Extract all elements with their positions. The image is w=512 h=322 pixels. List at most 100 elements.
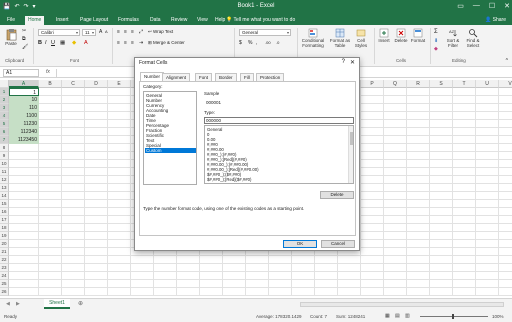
tell-me-box[interactable]: 💡 Tell me what you want to do — [226, 16, 295, 25]
row-header[interactable]: 26 — [0, 288, 9, 296]
format-cells-button[interactable]: Format — [410, 28, 426, 43]
category-list[interactable]: General Number Currency Accounting Date Time P… — [143, 91, 197, 185]
font-color-icon[interactable]: A — [84, 40, 88, 46]
align-right-icon[interactable]: ≡ — [131, 40, 134, 46]
horizontal-scrollbar[interactable] — [300, 302, 504, 307]
row-header[interactable]: 23 — [0, 264, 9, 272]
tab-alignment[interactable]: Alignment — [162, 73, 191, 81]
prev-sheet-icon[interactable]: ◀ — [6, 301, 10, 307]
share-button[interactable]: 👤 Share — [485, 16, 506, 25]
tab-file[interactable]: File — [4, 16, 18, 25]
align-top-icon[interactable]: ≡ — [117, 29, 120, 35]
row-header[interactable]: 12 — [0, 176, 9, 184]
row-header[interactable]: 3 — [0, 104, 9, 112]
dialog-close-icon[interactable]: ✕ — [350, 59, 355, 66]
cell[interactable]: 110 — [9, 104, 39, 112]
font-size-select[interactable]: 11 — [82, 29, 96, 36]
delete-cells-button[interactable]: Delete — [393, 28, 409, 43]
add-sheet-icon[interactable]: ⊕ — [78, 300, 83, 307]
ok-button[interactable]: OK — [283, 240, 317, 248]
paste-button[interactable]: Paste — [3, 28, 19, 46]
zoom-slider-thumb[interactable] — [452, 314, 454, 319]
help-icon[interactable]: ? — [342, 59, 345, 65]
row-header[interactable]: 15 — [0, 200, 9, 208]
fill-color-icon[interactable]: ◆ — [72, 40, 76, 46]
row-header[interactable]: 22 — [0, 256, 9, 264]
column-header[interactable]: R — [407, 80, 430, 88]
row-header[interactable]: 19 — [0, 232, 9, 240]
align-left-icon[interactable]: ≡ — [117, 40, 120, 46]
column-header[interactable]: P — [361, 80, 384, 88]
row-header[interactable]: 20 — [0, 240, 9, 248]
sheet-tab-sheet1[interactable]: Sheet1 — [44, 299, 70, 309]
format-list-scrollbar[interactable] — [348, 126, 353, 183]
bold-icon[interactable]: B — [38, 40, 42, 46]
column-header[interactable]: V — [499, 80, 512, 88]
font-name-select[interactable]: Calibri — [38, 29, 80, 36]
conditional-formatting-button[interactable]: Conditional Formatting — [298, 28, 328, 48]
row-header[interactable]: 4 — [0, 112, 9, 120]
column-header[interactable]: A — [9, 80, 39, 88]
find-select-button[interactable]: Find & Select — [464, 28, 482, 48]
increase-font-icon[interactable]: A — [99, 29, 102, 35]
row-header[interactable]: 24 — [0, 272, 9, 280]
tab-number[interactable]: Number — [140, 72, 165, 81]
row-header[interactable]: 18 — [0, 224, 9, 232]
row-header[interactable]: 8 — [0, 144, 9, 152]
tab-page-layout[interactable]: Page Layout — [77, 16, 111, 25]
row-header[interactable]: 21 — [0, 248, 9, 256]
insert-function-icon[interactable]: fx — [46, 69, 50, 75]
column-header[interactable]: B — [39, 80, 62, 88]
maximize-icon[interactable]: ☐ — [489, 2, 495, 10]
align-bottom-icon[interactable]: ≡ — [131, 29, 134, 35]
minimize-icon[interactable]: — — [473, 2, 480, 10]
row-header[interactable]: 6 — [0, 128, 9, 136]
accounting-icon[interactable]: $ — [239, 40, 242, 46]
cell[interactable]: 1100 — [9, 112, 39, 120]
tab-protection[interactable]: Protection — [256, 73, 285, 81]
tab-fill[interactable]: Fill — [240, 73, 254, 81]
tab-border[interactable]: Border — [215, 73, 237, 81]
format-code-item[interactable]: $#,##0_);[Red]($#,##0) — [207, 177, 345, 182]
decrease-font-icon[interactable]: A — [105, 29, 108, 34]
row-header[interactable]: 13 — [0, 184, 9, 192]
increase-decimal-icon[interactable]: .00 — [265, 40, 271, 45]
active-cell[interactable]: 1 — [9, 88, 39, 96]
select-all-corner[interactable] — [0, 80, 9, 88]
number-format-select[interactable]: General — [239, 29, 291, 36]
row-header[interactable]: 2 — [0, 96, 9, 104]
column-header[interactable]: T — [453, 80, 476, 88]
column-header[interactable]: C — [62, 80, 85, 88]
row-header[interactable]: 10 — [0, 160, 9, 168]
row-header[interactable]: 16 — [0, 208, 9, 216]
insert-cells-button[interactable]: Insert — [376, 28, 392, 43]
cell[interactable]: 112340 — [9, 128, 39, 136]
fill-icon[interactable]: ⬇ — [434, 38, 438, 44]
tab-font[interactable]: Font — [195, 73, 213, 81]
cell-styles-button[interactable]: Cell Styles — [353, 28, 369, 48]
sort-filter-button[interactable]: AZ Sort & Filter — [444, 28, 462, 48]
row-header[interactable]: 11 — [0, 168, 9, 176]
row-header[interactable]: 17 — [0, 216, 9, 224]
name-box[interactable]: A1 — [3, 69, 39, 77]
merge-center-button[interactable]: ⊞ Merge & Center — [148, 40, 185, 46]
column-header[interactable]: S — [430, 80, 453, 88]
tab-insert[interactable]: Insert — [53, 16, 72, 25]
format-as-table-button[interactable]: Format as Table — [328, 28, 352, 48]
scrollbar-thumb[interactable] — [350, 132, 353, 145]
tab-view[interactable]: View — [194, 16, 211, 25]
tab-review[interactable]: Review — [168, 16, 190, 25]
format-code-list[interactable]: General 0 0.00 #,##0 #,##0.00 #,##0_);(#,##0)… — [204, 125, 354, 184]
autosum-icon[interactable]: Σ — [434, 29, 438, 35]
indent-icon[interactable]: ⇥ — [139, 40, 143, 46]
wrap-text-button[interactable]: ↩ Wrap Text — [148, 29, 173, 35]
zoom-slider[interactable] — [420, 316, 488, 317]
underline-icon[interactable]: U — [51, 40, 55, 46]
type-input[interactable]: 000000 — [204, 117, 354, 124]
row-header[interactable]: 9 — [0, 152, 9, 160]
cut-icon[interactable]: ✂ — [22, 28, 26, 34]
close-icon[interactable]: ✕ — [504, 2, 510, 10]
cell[interactable]: 1123450 — [9, 136, 39, 144]
zoom-level[interactable]: 100% — [492, 314, 504, 319]
clear-icon[interactable]: ◆ — [434, 46, 438, 52]
